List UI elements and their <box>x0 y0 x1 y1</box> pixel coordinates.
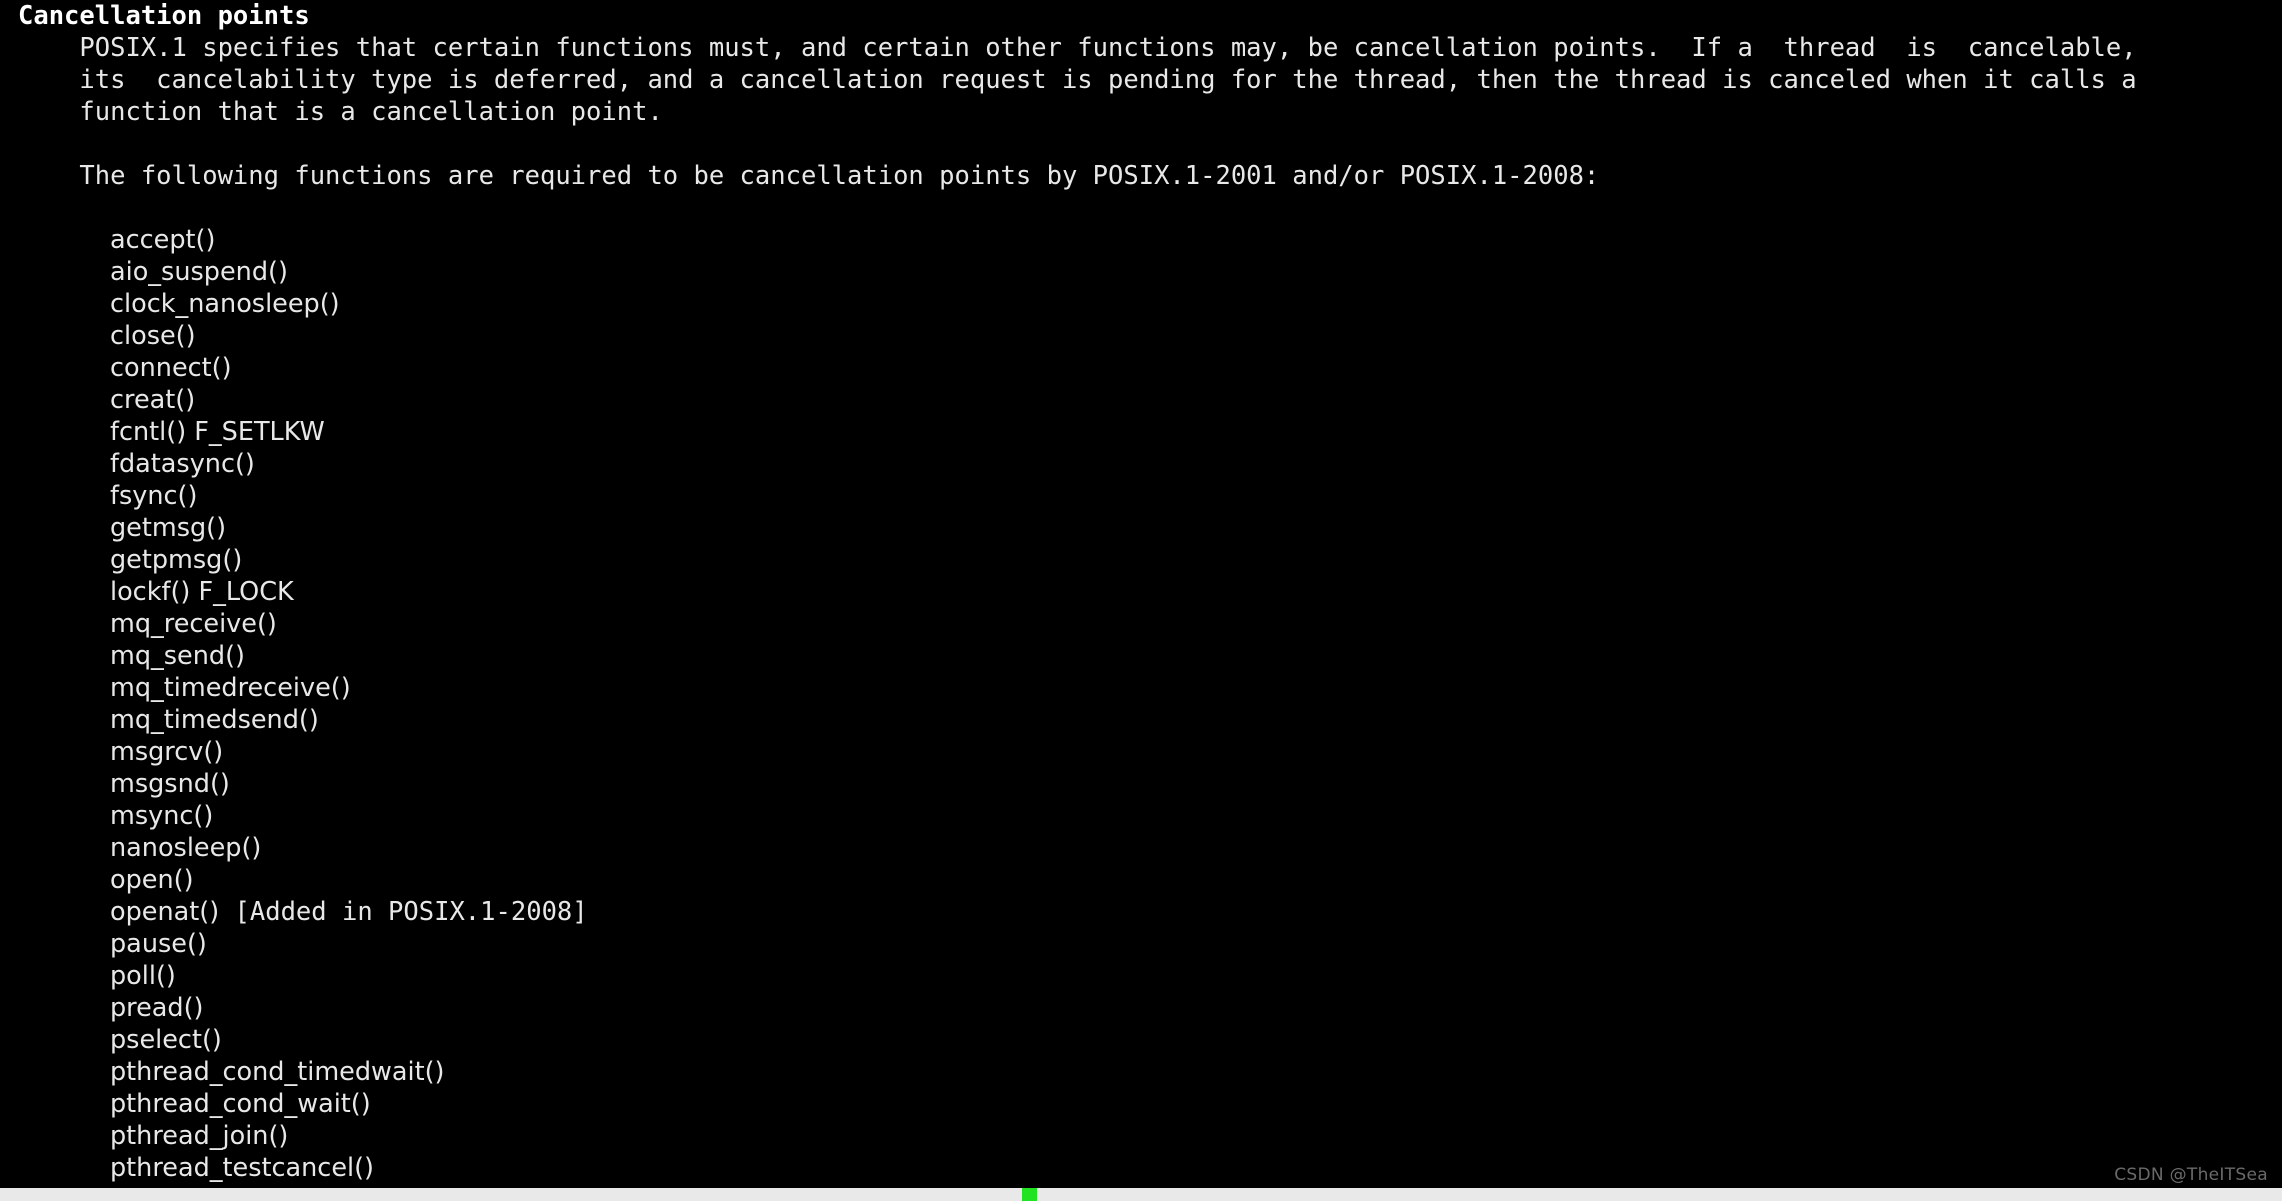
function-list-item: close() <box>0 320 2282 352</box>
function-list-item: getmsg() <box>0 512 2282 544</box>
function-list-item: mq_timedsend() <box>0 704 2282 736</box>
man-page-content: Cancellation points POSIX.1 specifies th… <box>0 0 2282 1184</box>
function-name: pthread_join() <box>110 1121 289 1151</box>
function-name: msgrcv() <box>110 737 224 767</box>
function-list-item: mq_send() <box>0 640 2282 672</box>
function-list-item: clock_nanosleep() <box>0 288 2282 320</box>
function-list-item: fcntl() F_SETLKW <box>0 416 2282 448</box>
terminal-cursor <box>1022 1188 1037 1201</box>
function-name: nanosleep() <box>110 833 262 863</box>
function-list-item: pause() <box>0 928 2282 960</box>
function-name: mq_receive() <box>110 609 277 639</box>
function-list-item: pthread_cond_wait() <box>0 1088 2282 1120</box>
function-name: pthread_cond_timedwait() <box>110 1057 445 1087</box>
function-name: poll() <box>110 961 176 991</box>
function-name: fsync() <box>110 481 198 511</box>
function-list-item: pthread_join() <box>0 1120 2282 1152</box>
function-name: accept() <box>110 225 216 255</box>
watermark-label: CSDN @TheITSea <box>2114 1165 2268 1185</box>
function-name: mq_send() <box>110 641 245 671</box>
function-name: mq_timedsend() <box>110 705 319 735</box>
function-name: close() <box>110 321 196 351</box>
function-name: pause() <box>110 929 207 959</box>
function-list-item: msgrcv() <box>0 736 2282 768</box>
section-heading: Cancellation points <box>18 1 310 31</box>
function-list-item: open() <box>0 864 2282 896</box>
cancellation-point-function-list: accept() aio_suspend() clock_nanosleep() cl… <box>0 224 2282 1184</box>
function-name: getpmsg() <box>110 545 243 575</box>
function-list-item: pread() <box>0 992 2282 1024</box>
function-list-item: pselect() <box>0 1024 2282 1056</box>
function-name: msgsnd() <box>110 769 230 799</box>
function-list-item: lockf() F_LOCK <box>0 576 2282 608</box>
function-name: fcntl() F_SETLKW <box>110 417 325 447</box>
paragraph-line: function that is a cancellation point. <box>18 97 663 127</box>
function-name: connect() <box>110 353 232 383</box>
function-list-item: fdatasync() <box>0 448 2282 480</box>
function-list-item: nanosleep() <box>0 832 2282 864</box>
function-list-item: poll() <box>0 960 2282 992</box>
function-list-item: getpmsg() <box>0 544 2282 576</box>
paragraph-line: POSIX.1 specifies that certain functions… <box>18 33 2137 63</box>
function-note: [Added in POSIX.1-2008] <box>219 897 588 927</box>
function-name: fdatasync() <box>110 449 255 479</box>
less-status-bar[interactable]: Manual page pthreads(7) line 115/... (pr… <box>0 1188 2282 1201</box>
function-list-item: msgsnd() <box>0 768 2282 800</box>
function-list-item: fsync() <box>0 480 2282 512</box>
function-name: pselect() <box>110 1025 222 1055</box>
paragraph-line: its cancelability type is deferred, and … <box>18 65 2137 95</box>
function-name: pread() <box>110 993 204 1023</box>
function-list-item: connect() <box>0 352 2282 384</box>
function-list-item: creat() <box>0 384 2282 416</box>
function-name: aio_suspend() <box>110 257 288 287</box>
function-name: pthread_testcancel() <box>110 1153 374 1183</box>
function-name: lockf() F_LOCK <box>110 577 294 607</box>
function-list-item: openat() [Added in POSIX.1-2008] <box>0 896 2282 928</box>
terminal-screen[interactable]: Cancellation points POSIX.1 specifies th… <box>0 0 2282 1201</box>
function-list-item: pthread_cond_timedwait() <box>0 1056 2282 1088</box>
function-list-item: mq_receive() <box>0 608 2282 640</box>
paragraph-line: The following functions are required to … <box>18 161 1600 191</box>
function-list-item: msync() <box>0 800 2282 832</box>
function-list-item: aio_suspend() <box>0 256 2282 288</box>
function-name: msync() <box>110 801 214 831</box>
function-name: creat() <box>110 385 196 415</box>
function-list-item: mq_timedreceive() <box>0 672 2282 704</box>
function-name: getmsg() <box>110 513 227 543</box>
function-list-item: pthread_testcancel() <box>0 1152 2282 1184</box>
function-name: open() <box>110 865 194 895</box>
function-name: mq_timedreceive() <box>110 673 351 703</box>
function-name: openat() <box>110 897 220 927</box>
function-name: clock_nanosleep() <box>110 289 340 319</box>
function-name: pthread_cond_wait() <box>110 1089 371 1119</box>
function-list-item: accept() <box>0 224 2282 256</box>
